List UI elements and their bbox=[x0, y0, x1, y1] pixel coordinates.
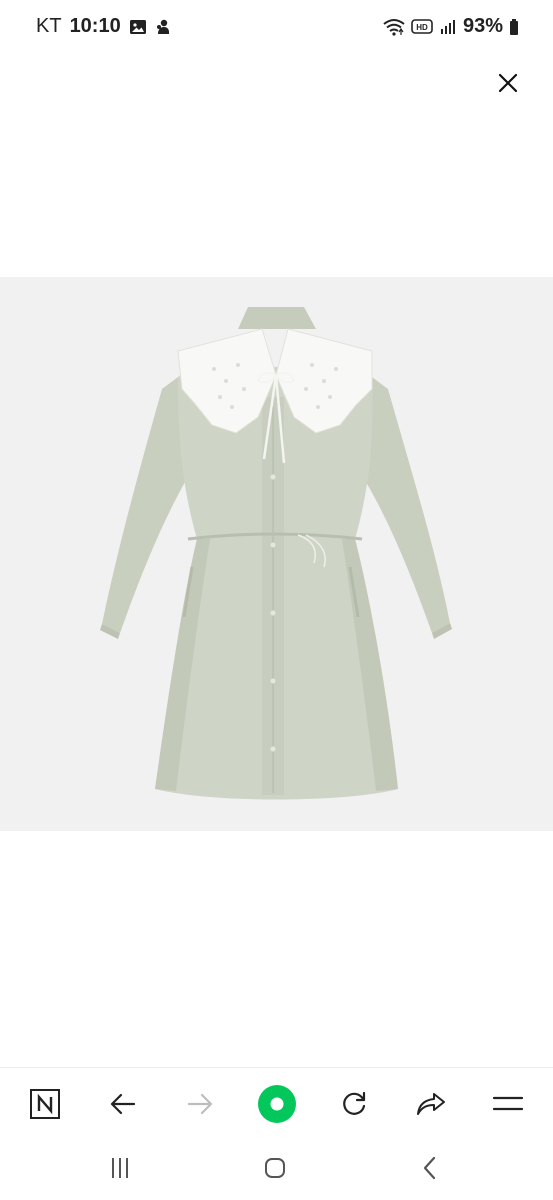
share-button[interactable] bbox=[409, 1082, 453, 1126]
status-left: KT 10:10 bbox=[36, 15, 171, 38]
signal-icon bbox=[440, 19, 455, 34]
green-dot-icon bbox=[258, 1085, 296, 1123]
garment-image bbox=[100, 307, 452, 800]
refresh-icon bbox=[343, 1091, 366, 1115]
status-right: HD 93% bbox=[383, 15, 519, 38]
battery-icon bbox=[510, 18, 518, 35]
close-button[interactable] bbox=[493, 68, 523, 98]
back-icon bbox=[423, 1156, 436, 1180]
refresh-button[interactable] bbox=[332, 1082, 376, 1126]
menu-button[interactable] bbox=[486, 1082, 530, 1126]
hd-badge-text: HD bbox=[416, 23, 428, 32]
share-icon bbox=[417, 1093, 445, 1115]
system-navigation-bar bbox=[0, 1139, 553, 1200]
back-button[interactable] bbox=[101, 1082, 145, 1126]
wifi-icon bbox=[383, 18, 405, 36]
browser-toolbar bbox=[0, 1067, 553, 1140]
gallery-icon bbox=[129, 19, 146, 34]
battery-percent: 93% bbox=[462, 15, 503, 37]
naver-home-icon bbox=[30, 1089, 60, 1119]
forward-arrow-icon bbox=[187, 1093, 213, 1115]
carrier-label: KT bbox=[36, 15, 62, 37]
menu-icon bbox=[492, 1096, 524, 1111]
close-icon bbox=[498, 73, 518, 93]
hd-voice-icon: HD bbox=[411, 18, 433, 34]
home-icon bbox=[265, 1158, 285, 1178]
forward-button[interactable] bbox=[178, 1082, 222, 1126]
clock: 10:10 bbox=[69, 15, 121, 37]
naver-home-button[interactable] bbox=[23, 1082, 67, 1126]
notification-icon bbox=[156, 19, 169, 34]
recent-apps-button[interactable] bbox=[100, 1153, 140, 1183]
recent-apps-icon bbox=[112, 1158, 128, 1178]
green-dot-button[interactable] bbox=[255, 1082, 299, 1126]
back-arrow-icon bbox=[110, 1093, 136, 1115]
home-button[interactable] bbox=[255, 1153, 295, 1183]
status-bar: KT 10:10 HD 93% bbox=[0, 0, 553, 54]
product-image[interactable] bbox=[0, 277, 553, 831]
system-back-button[interactable] bbox=[410, 1153, 450, 1183]
